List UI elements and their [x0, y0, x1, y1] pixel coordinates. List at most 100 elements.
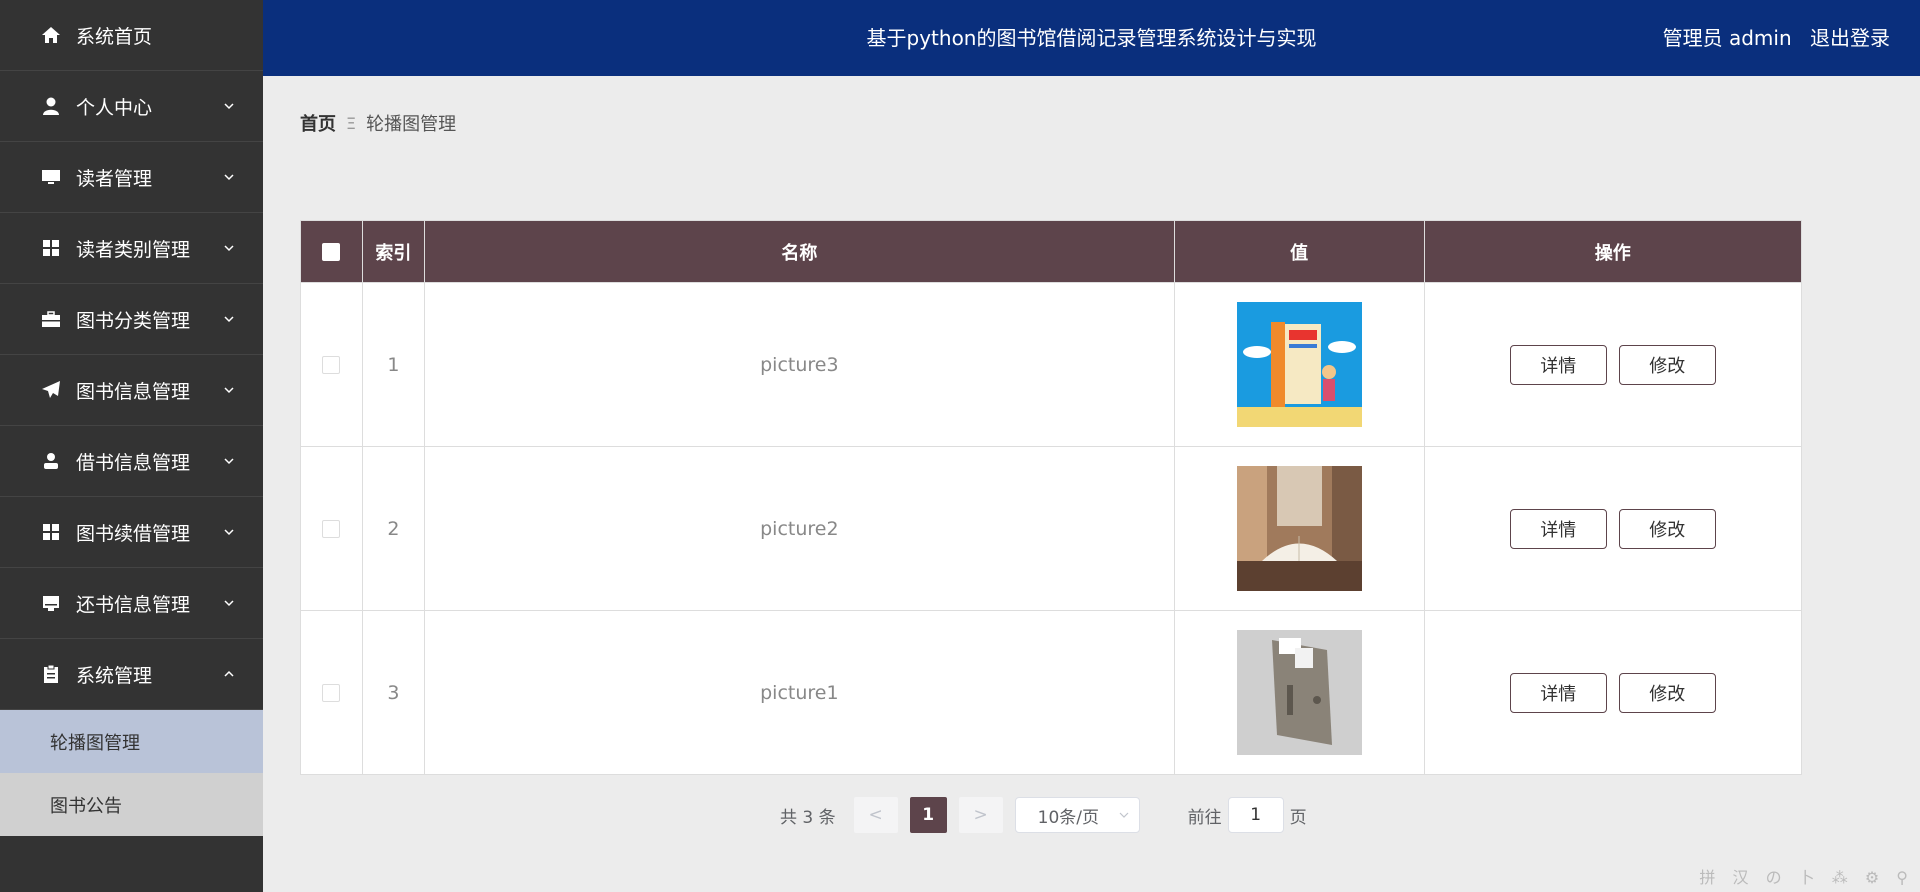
sidebar-item-profile[interactable]: 个人中心 [0, 71, 263, 142]
monitor-icon [40, 166, 62, 188]
row-value-cell [1175, 283, 1425, 446]
row-value-cell [1175, 611, 1425, 774]
sidebar-item-label: 读者类别管理 [76, 238, 191, 261]
person-icon [40, 450, 62, 472]
sidebar-item-book-info[interactable]: 图书信息管理 [0, 355, 263, 426]
next-page-button[interactable]: > [958, 797, 1003, 833]
breadcrumb: 首页 Ξ 轮播图管理 [300, 110, 456, 136]
header-checkbox-cell [301, 221, 363, 282]
table-row: 1 picture3 详情 修改 [301, 282, 1801, 446]
user-icon [40, 95, 62, 117]
sidebar: 系统首页 个人中心 读者管理 读者类别管理 图书分类管理 图书信息管理 借书信息… [0, 0, 263, 892]
carousel-table: 索引 名称 值 操作 1 picture3 详情 修改 2 picture2 详… [300, 220, 1802, 775]
row-checkbox-cell [301, 283, 363, 446]
briefcase-icon [40, 308, 62, 330]
breadcrumb-separator: Ξ [346, 113, 357, 133]
row-name: picture3 [425, 283, 1175, 446]
clipboard-icon [40, 663, 62, 685]
sidebar-item-label: 读者管理 [76, 167, 153, 190]
row-actions: 详情 修改 [1425, 283, 1802, 446]
chevron-down-icon [224, 458, 234, 465]
sidebar-item-label: 图书续借管理 [76, 522, 191, 545]
sidebar-item-label: 还书信息管理 [76, 593, 191, 616]
home-icon [40, 24, 62, 46]
paper-plane-icon [40, 379, 62, 401]
detail-button[interactable]: 详情 [1509, 672, 1607, 713]
chevron-down-icon [224, 387, 234, 394]
sidebar-item-readers[interactable]: 读者管理 [0, 142, 263, 213]
row-checkbox-cell [301, 447, 363, 610]
row-actions: 详情 修改 [1425, 447, 1802, 610]
row-index: 1 [363, 283, 425, 446]
chevron-down-icon [224, 529, 234, 536]
detail-button[interactable]: 详情 [1509, 344, 1607, 385]
sidebar-item-renewals[interactable]: 图书续借管理 [0, 497, 263, 568]
sidebar-item-label: 个人中心 [76, 96, 153, 119]
top-header: 基于python的图书馆借阅记录管理系统设计与实现 管理员 admin 退出登录 [263, 0, 1920, 76]
sidebar-item-borrow-info[interactable]: 借书信息管理 [0, 426, 263, 497]
row-actions: 详情 修改 [1425, 611, 1802, 774]
row-index: 2 [363, 447, 425, 610]
table-row: 3 picture1 详情 修改 [301, 610, 1801, 774]
submenu-item-label: 轮播图管理 [50, 732, 140, 754]
total-count: 共 3 条 [780, 807, 836, 828]
page-size-select[interactable]: 10条/页 [1014, 797, 1140, 833]
submenu-item-label: 图书公告 [50, 795, 122, 817]
sidebar-item-system[interactable]: 系统管理 [0, 639, 263, 710]
sidebar-item-reader-categories[interactable]: 读者类别管理 [0, 213, 263, 284]
breadcrumb-current: 轮播图管理 [366, 114, 457, 135]
header-index: 索引 [363, 221, 425, 282]
thumbnail-image[interactable] [1236, 630, 1362, 755]
row-index: 3 [363, 611, 425, 774]
chevron-down-icon [224, 316, 234, 323]
goto-label: 前往 [1187, 807, 1222, 828]
row-checkbox[interactable] [322, 683, 341, 702]
sidebar-item-book-categories[interactable]: 图书分类管理 [0, 284, 263, 355]
row-value-cell [1175, 447, 1425, 610]
submenu-item-carousel[interactable]: 轮播图管理 [0, 710, 263, 773]
header-name: 名称 [425, 221, 1175, 282]
chevron-down-icon [224, 600, 234, 607]
page-suffix: 页 [1289, 807, 1307, 828]
row-checkbox[interactable] [322, 519, 341, 538]
sidebar-item-home[interactable]: 系统首页 [0, 0, 263, 71]
sidebar-item-label: 借书信息管理 [76, 451, 191, 474]
edit-button[interactable]: 修改 [1618, 508, 1716, 549]
header-value: 值 [1175, 221, 1425, 282]
page-number-current[interactable]: 1 [909, 797, 947, 833]
row-checkbox[interactable] [322, 355, 341, 374]
submenu-item-announcements[interactable]: 图书公告 [0, 773, 263, 836]
page-size-value: 10条/页 [1037, 807, 1099, 828]
edit-button[interactable]: 修改 [1618, 672, 1716, 713]
grid-icon [40, 237, 62, 259]
logout-link[interactable]: 退出登录 [1810, 26, 1890, 50]
sidebar-item-label: 图书分类管理 [76, 309, 191, 332]
grid-icon [40, 521, 62, 543]
pagination: 共 3 条 < 1 > 10条/页 前往 页 [780, 797, 1307, 833]
detail-button[interactable]: 详情 [1509, 508, 1607, 549]
edit-button[interactable]: 修改 [1618, 344, 1716, 385]
select-all-checkbox[interactable] [322, 242, 341, 261]
chevron-down-icon [224, 103, 234, 110]
chevron-down-icon [224, 245, 234, 252]
table-row: 2 picture2 详情 修改 [301, 446, 1801, 610]
chevron-down-icon [1119, 812, 1129, 818]
thumbnail-image[interactable] [1236, 302, 1362, 427]
user-label: 管理员 admin [1662, 26, 1792, 50]
sidebar-item-label: 系统首页 [76, 25, 153, 48]
sidebar-item-label: 图书信息管理 [76, 380, 191, 403]
row-name: picture1 [425, 611, 1175, 774]
inbox-icon [40, 592, 62, 614]
chevron-down-icon [224, 174, 234, 181]
chevron-up-icon [224, 670, 234, 677]
ime-toolbar: 拼 汉 の 卜 ⁂ ⚙ ⚲ [1699, 868, 1914, 887]
goto-page-input[interactable] [1227, 797, 1284, 833]
sidebar-item-returns[interactable]: 还书信息管理 [0, 568, 263, 639]
row-checkbox-cell [301, 611, 363, 774]
breadcrumb-home[interactable]: 首页 [300, 110, 336, 136]
thumbnail-image[interactable] [1236, 466, 1362, 591]
page-jump: 前往 页 [1188, 797, 1307, 833]
row-name: picture2 [425, 447, 1175, 610]
table-header: 索引 名称 值 操作 [301, 221, 1801, 282]
prev-page-button[interactable]: < [853, 797, 898, 833]
